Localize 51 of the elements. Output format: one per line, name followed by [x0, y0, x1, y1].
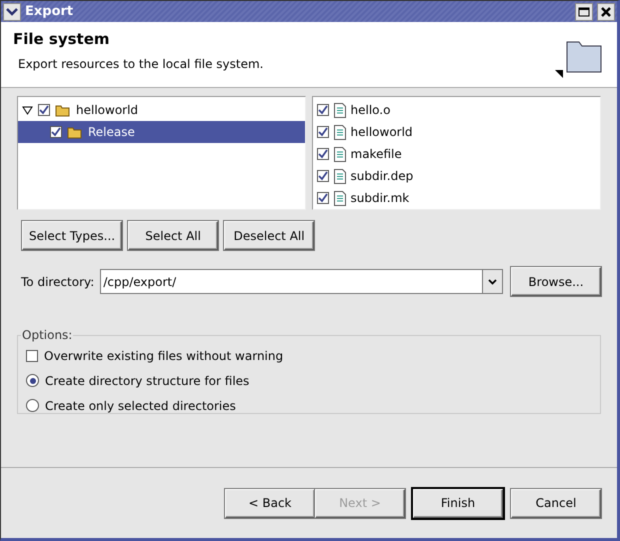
file-icon	[334, 146, 346, 162]
wizard-button[interactable]: Cancel	[511, 488, 601, 518]
file-icon	[334, 168, 346, 184]
tree-item[interactable]: Release	[18, 121, 304, 143]
browse-button[interactable]: Browse...	[511, 267, 601, 296]
selection-button[interactable]: Deselect All	[224, 221, 314, 250]
radio-button[interactable]	[26, 399, 39, 412]
radio-button[interactable]	[26, 374, 39, 387]
tree-item[interactable]: helloworld	[18, 99, 304, 121]
directory-label: To directory:	[21, 274, 94, 288]
file-name: hello.o	[350, 103, 390, 117]
checkbox[interactable]	[26, 350, 38, 362]
page-title: File system	[13, 30, 111, 48]
selection-button[interactable]: Select All	[128, 221, 218, 250]
checkbox[interactable]	[316, 126, 328, 138]
directory-field[interactable]: /cpp/export/	[100, 269, 482, 294]
caret-icon	[488, 278, 497, 284]
checkbox[interactable]	[316, 192, 328, 204]
maximize-icon	[578, 6, 590, 16]
page-description: Export resources to the local file system.	[17, 57, 264, 71]
option-label: Overwrite existing files without warning	[44, 348, 284, 362]
file-name: makefile	[350, 147, 402, 161]
wizard-button[interactable]: < Back	[225, 488, 315, 518]
expand-icon[interactable]	[22, 104, 33, 116]
option-label: Create directory structure for files	[45, 374, 250, 388]
caret-icon	[6, 8, 18, 16]
checkbox[interactable]	[38, 104, 50, 116]
folder-icon	[55, 104, 71, 116]
option-label: Create only selected directories	[45, 398, 236, 412]
checkbox[interactable]	[316, 104, 328, 116]
tree-item-label: helloworld	[76, 103, 138, 117]
file-icon	[334, 190, 346, 206]
folder-icon	[67, 126, 83, 138]
selection-button[interactable]: Select Types...	[22, 221, 122, 250]
close-icon	[601, 6, 611, 16]
checkbox[interactable]	[50, 126, 62, 138]
file-icon	[334, 102, 346, 118]
maximize-button[interactable]	[575, 2, 593, 20]
file-name: subdir.dep	[350, 169, 414, 183]
checkbox[interactable]	[316, 170, 328, 182]
file-name: subdir.mk	[350, 191, 410, 205]
options-title: Options:	[21, 328, 74, 342]
dropdown-button[interactable]	[482, 269, 503, 294]
close-button[interactable]	[597, 2, 615, 20]
window-title: Export	[25, 4, 74, 19]
wizard-button[interactable]: Finish	[413, 488, 503, 518]
checkbox[interactable]	[316, 148, 328, 160]
window-menu-button[interactable]	[3, 2, 21, 20]
file-icon	[334, 124, 346, 140]
tree-item-label: Release	[88, 125, 135, 139]
file-name: helloworld	[350, 125, 413, 139]
